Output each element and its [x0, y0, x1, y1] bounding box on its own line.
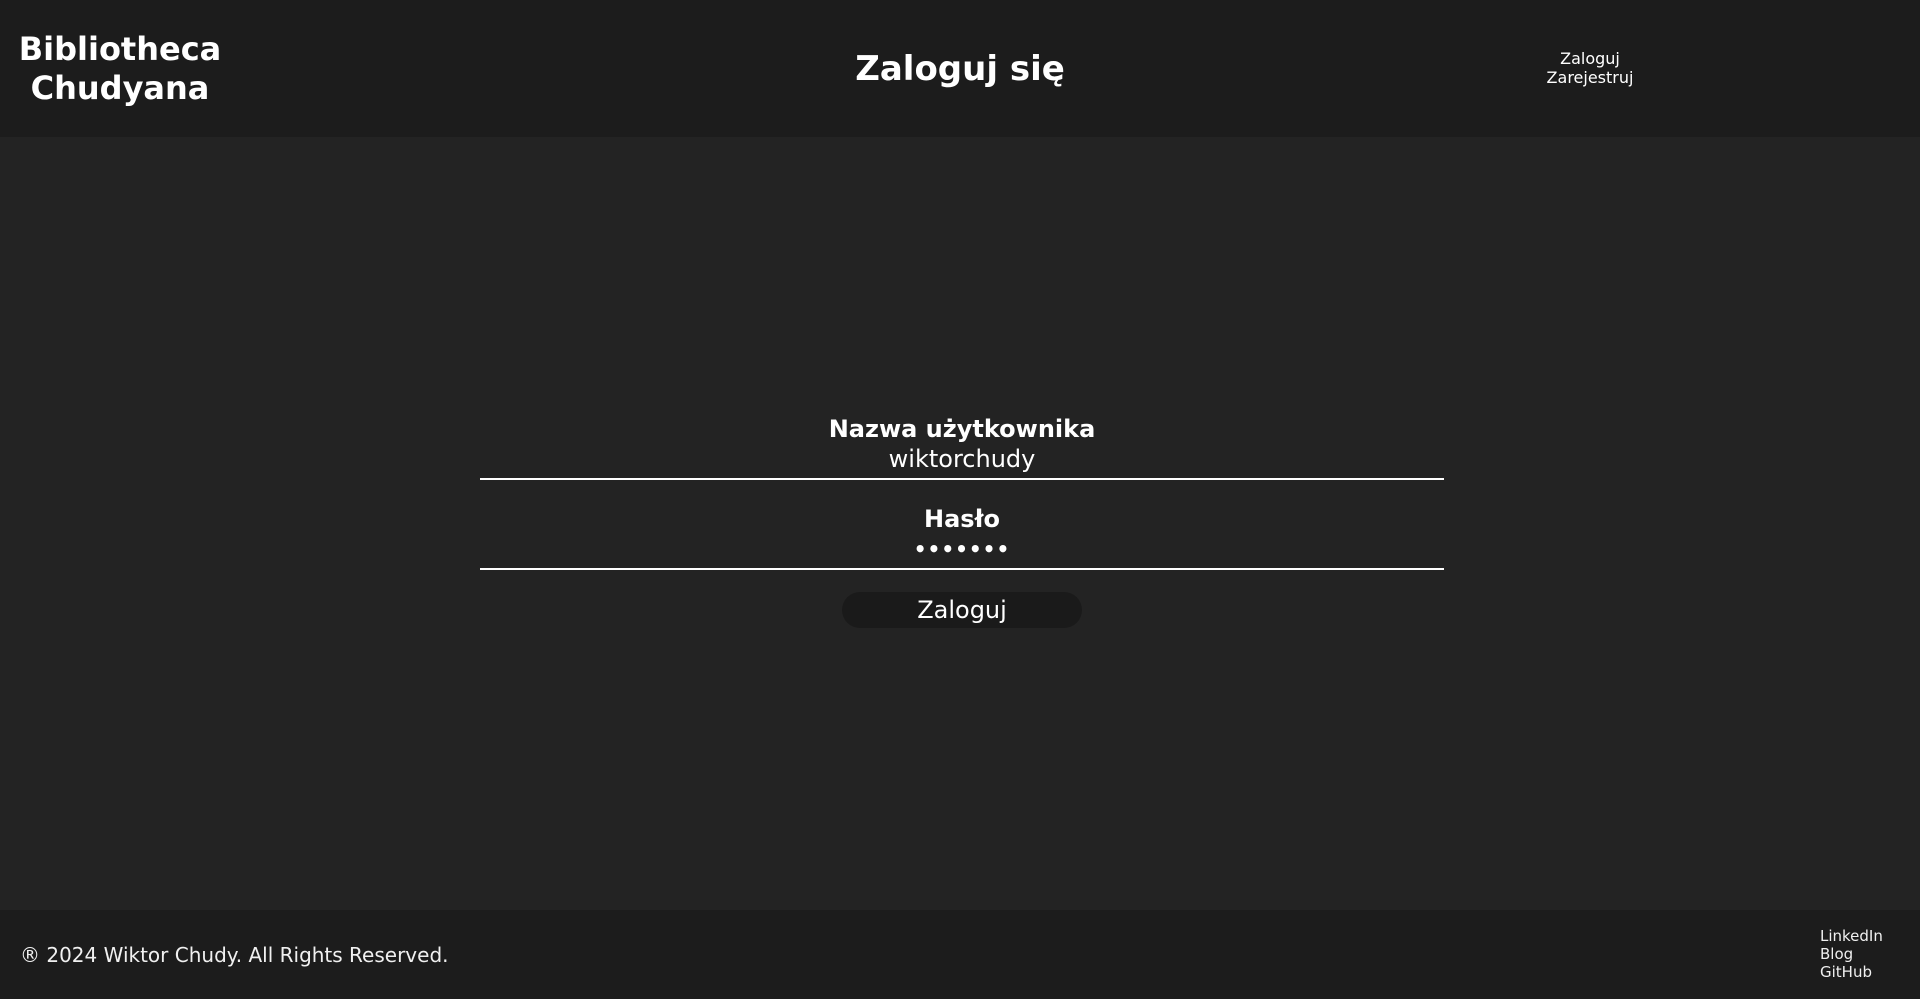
username-label: Nazwa użytkownika — [828, 415, 1096, 443]
github-link[interactable]: GitHub — [1820, 963, 1900, 981]
password-field-group: Hasło — [480, 502, 1444, 570]
site-footer: ® 2024 Wiktor Chudy. All Rights Reserved… — [0, 910, 1920, 999]
linkedin-link[interactable]: LinkedIn — [1820, 927, 1900, 945]
footer-links: LinkedIn Blog GitHub — [1820, 927, 1900, 981]
login-link[interactable]: Zaloguj — [1520, 49, 1660, 68]
password-label: Hasło — [924, 505, 1000, 533]
site-header: Bibliotheca Chudyana Zaloguj się Zaloguj… — [0, 0, 1920, 137]
username-input[interactable] — [480, 444, 1444, 474]
submit-wrap: Zaloguj — [480, 592, 1444, 628]
auth-nav: Zaloguj Zarejestruj — [1520, 49, 1660, 87]
blog-link[interactable]: Blog — [1820, 945, 1900, 963]
register-link[interactable]: Zarejestruj — [1520, 68, 1660, 87]
password-input[interactable] — [480, 534, 1444, 564]
login-submit-button[interactable]: Zaloguj — [842, 592, 1082, 628]
login-form: Nazwa użytkownika Hasło Zaloguj — [480, 412, 1444, 628]
page: Bibliotheca Chudyana Zaloguj się Zaloguj… — [0, 0, 1920, 999]
copyright-text: ® 2024 Wiktor Chudy. All Rights Reserved… — [20, 943, 449, 967]
username-field-group: Nazwa użytkownika — [480, 412, 1444, 480]
main-content: Nazwa użytkownika Hasło Zaloguj — [0, 137, 1920, 910]
